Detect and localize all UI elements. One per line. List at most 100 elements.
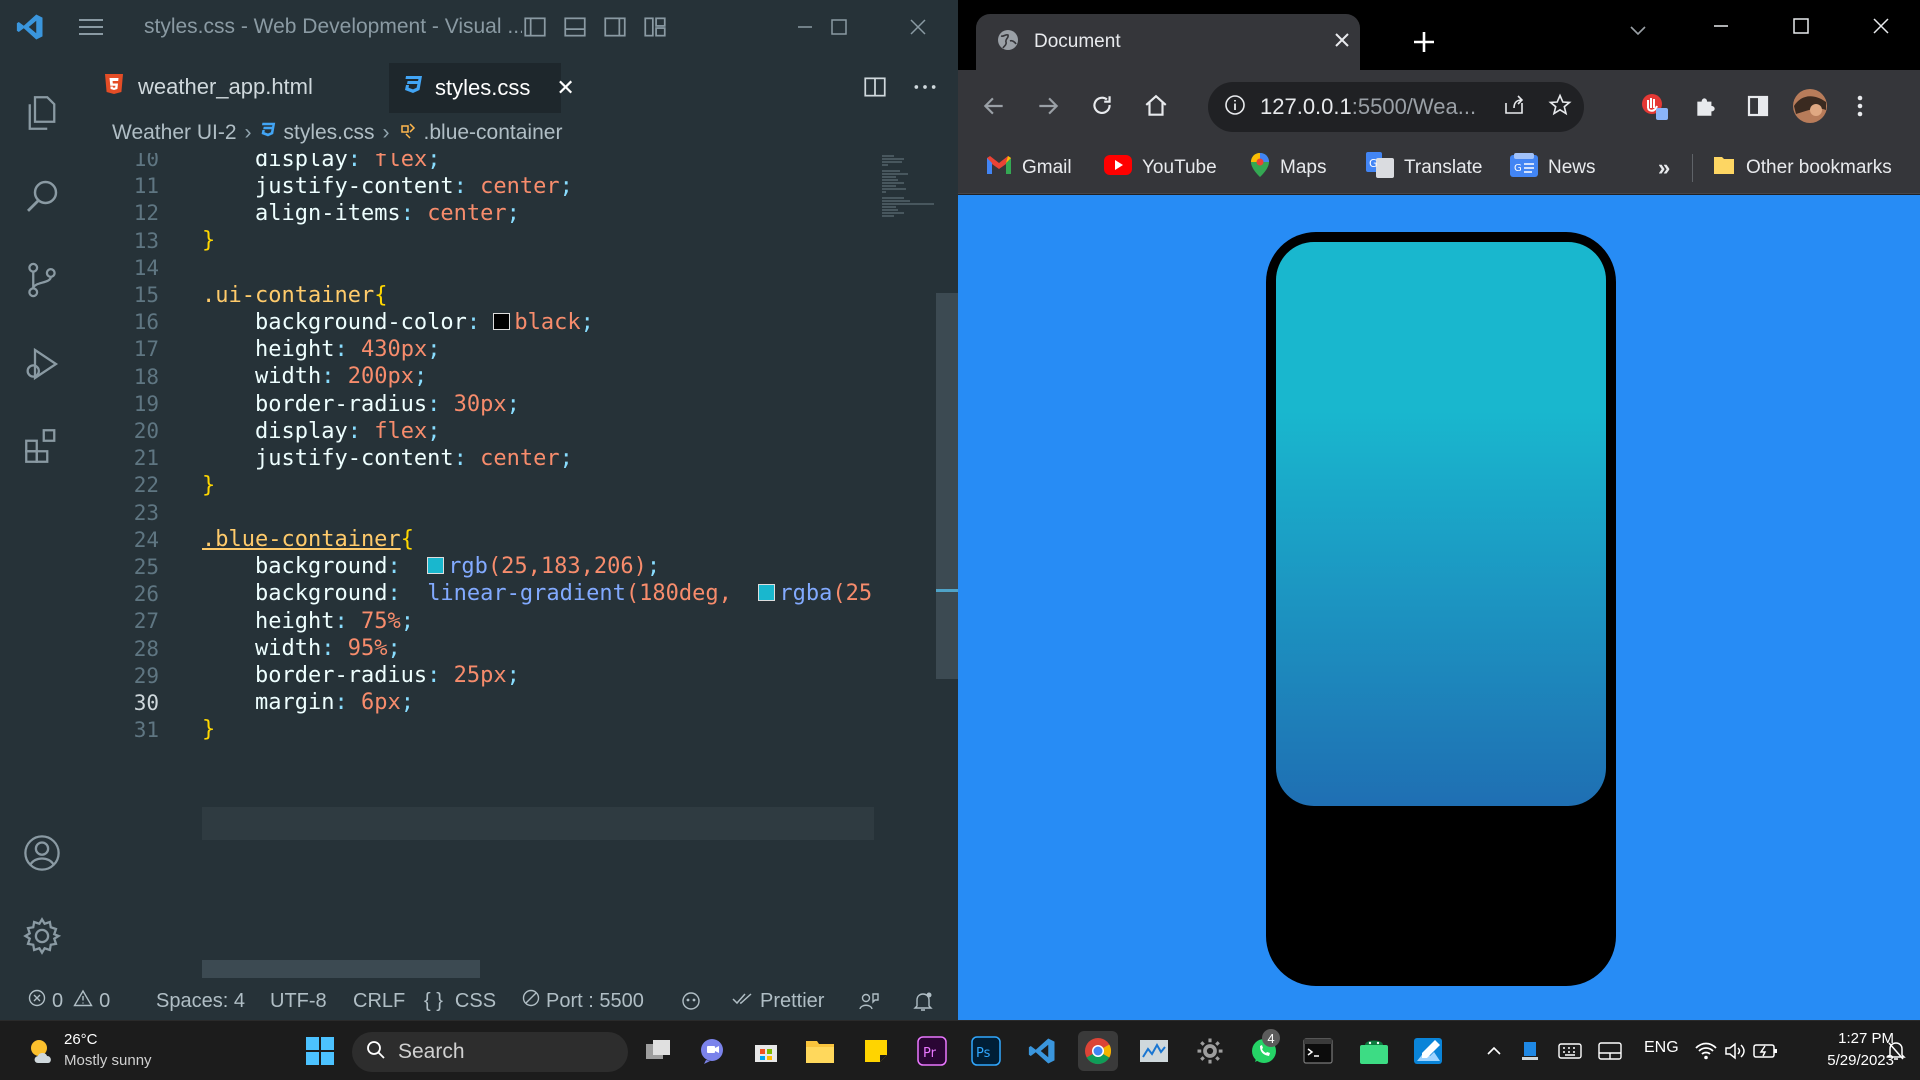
close-window-icon[interactable] bbox=[885, 0, 951, 53]
more-bookmarks-button[interactable]: » bbox=[1658, 142, 1670, 194]
microsoft-store-icon[interactable] bbox=[746, 1031, 786, 1071]
share-icon[interactable] bbox=[1502, 93, 1526, 122]
touchpad-icon[interactable] bbox=[1590, 1031, 1630, 1071]
breadcrumb-folder[interactable]: Weather UI-2 bbox=[112, 121, 237, 145]
problems-indicator[interactable]: 0 0 bbox=[28, 982, 110, 1020]
search-icon[interactable] bbox=[0, 161, 84, 231]
back-arrow-icon[interactable] bbox=[974, 86, 1014, 126]
chrome-menu-icon[interactable] bbox=[1840, 86, 1880, 126]
close-tab-icon[interactable] bbox=[1334, 32, 1350, 53]
line-number: 13 bbox=[133, 228, 159, 253]
close-tab-icon[interactable]: ✕ bbox=[556, 75, 574, 101]
more-actions-icon[interactable] bbox=[912, 74, 938, 100]
breadcrumb-file[interactable]: styles.css bbox=[284, 121, 375, 145]
live-server-port[interactable]: Port : 5500 bbox=[522, 982, 644, 1020]
terminal-icon[interactable] bbox=[1298, 1031, 1338, 1071]
bookmark-gmail[interactable]: Gmail bbox=[986, 142, 1072, 194]
split-editor-icon[interactable] bbox=[862, 74, 888, 100]
bookmark-maps[interactable]: Maps bbox=[1250, 142, 1326, 194]
bookmark-star-icon[interactable] bbox=[1548, 92, 1572, 122]
indentation-status[interactable]: Spaces: 4 bbox=[156, 982, 245, 1020]
android-studio-icon[interactable] bbox=[1354, 1031, 1394, 1071]
toggle-panel-icon[interactable] bbox=[562, 14, 588, 40]
other-bookmarks[interactable]: Other bookmarks bbox=[1712, 142, 1892, 194]
bookmark-translate[interactable]: G Translate bbox=[1366, 142, 1483, 194]
taskbar-search-box[interactable]: Search bbox=[352, 1032, 628, 1072]
sticky-notes-icon[interactable] bbox=[856, 1031, 896, 1071]
feedback-icon[interactable] bbox=[858, 982, 880, 1020]
line-number: 25 bbox=[133, 555, 159, 579]
toggle-primary-sidebar-icon[interactable] bbox=[522, 14, 548, 40]
language-mode[interactable]: { } CSS bbox=[424, 982, 496, 1020]
vscode-taskbar-icon[interactable] bbox=[1022, 1031, 1062, 1071]
minimize-icon[interactable] bbox=[1696, 6, 1746, 46]
tab-label: styles.css bbox=[435, 75, 531, 100]
tab-search-chevron-icon[interactable] bbox=[1618, 10, 1658, 50]
forward-arrow-icon[interactable] bbox=[1028, 86, 1068, 126]
close-window-icon[interactable] bbox=[1856, 6, 1906, 46]
weather-sun-cloud-icon[interactable] bbox=[22, 1031, 62, 1071]
copilot-icon[interactable] bbox=[680, 982, 702, 1020]
notifications-bell-icon[interactable] bbox=[912, 982, 934, 1020]
teams-chat-icon[interactable] bbox=[692, 1031, 732, 1071]
keyboard-icon[interactable] bbox=[1550, 1031, 1590, 1071]
battery-charging-icon[interactable] bbox=[1746, 1031, 1786, 1071]
maximize-icon[interactable] bbox=[1776, 6, 1826, 46]
reload-icon[interactable] bbox=[1082, 86, 1122, 126]
browser-tab-document[interactable]: Document bbox=[976, 14, 1360, 70]
vscode-logo-icon bbox=[0, 0, 60, 53]
address-bar[interactable]: 127.0.0.1:5500/Wea... bbox=[1208, 82, 1584, 132]
extension-adblock-icon[interactable] bbox=[1634, 86, 1674, 126]
hamburger-menu-icon[interactable] bbox=[60, 0, 122, 53]
color-swatch-black[interactable] bbox=[493, 313, 511, 330]
windows-start-icon[interactable] bbox=[300, 1031, 340, 1071]
horizontal-scrollbar[interactable] bbox=[202, 960, 480, 978]
minimap[interactable] bbox=[874, 153, 936, 978]
chrome-taskbar-icon[interactable] bbox=[1078, 1031, 1118, 1071]
show-hidden-icons-chevron[interactable] bbox=[1474, 1031, 1514, 1071]
premiere-pro-icon[interactable]: Pr bbox=[912, 1031, 952, 1071]
code-line-13: } bbox=[202, 228, 216, 253]
color-swatch-teal[interactable] bbox=[427, 557, 445, 574]
extensions-icon[interactable] bbox=[0, 411, 84, 481]
tab-weather-app-html[interactable]: weather_app.html bbox=[84, 61, 366, 113]
new-tab-icon[interactable] bbox=[1404, 22, 1444, 62]
code-editor[interactable]: 10 11 12 13 14 15 16 17 18 19 20 21 22 23 24 25 26 27 28 29… bbox=[84, 153, 874, 978]
prettier-status[interactable]: Prettier bbox=[732, 982, 824, 1020]
encoding-status[interactable]: UTF-8 bbox=[270, 982, 327, 1020]
profile-avatar[interactable] bbox=[1790, 86, 1830, 126]
line-number: 15 bbox=[133, 283, 159, 307]
image-editor-icon[interactable] bbox=[1408, 1031, 1448, 1071]
breadcrumb-symbol[interactable]: .blue-container bbox=[424, 121, 563, 145]
photoshop-icon[interactable]: Ps bbox=[966, 1031, 1006, 1071]
maximize-icon[interactable] bbox=[806, 0, 872, 53]
customize-layout-icon[interactable] bbox=[642, 14, 668, 40]
toggle-secondary-sidebar-icon[interactable] bbox=[602, 14, 628, 40]
vertical-scrollbar[interactable] bbox=[936, 153, 958, 978]
task-view-icon[interactable] bbox=[638, 1031, 678, 1071]
eol-status[interactable]: CRLF bbox=[353, 982, 405, 1020]
run-debug-icon[interactable] bbox=[0, 329, 84, 399]
color-swatch-teal[interactable] bbox=[758, 584, 776, 601]
bookmark-youtube[interactable]: YouTube bbox=[1104, 142, 1217, 194]
notification-bell-icon[interactable] bbox=[1876, 1031, 1916, 1071]
site-info-icon[interactable] bbox=[1224, 94, 1246, 121]
explorer-icon[interactable] bbox=[0, 78, 84, 148]
url-text[interactable]: 127.0.0.1:5500/Wea... bbox=[1260, 94, 1492, 120]
file-explorer-icon[interactable] bbox=[800, 1031, 840, 1071]
bookmark-news[interactable]: G News bbox=[1510, 142, 1596, 194]
extensions-puzzle-icon[interactable] bbox=[1686, 86, 1726, 126]
weather-desc: Mostly sunny bbox=[64, 1052, 152, 1069]
input-language[interactable]: ENG bbox=[1644, 1039, 1679, 1057]
line-number: 20 bbox=[133, 419, 159, 443]
settings-gear-icon[interactable] bbox=[0, 901, 84, 971]
settings-icon[interactable] bbox=[1190, 1031, 1230, 1071]
home-icon[interactable] bbox=[1136, 86, 1176, 126]
charts-app-icon[interactable] bbox=[1134, 1031, 1174, 1071]
device-tray-icon[interactable] bbox=[1510, 1031, 1550, 1071]
accounts-icon[interactable] bbox=[0, 818, 84, 888]
source-control-icon[interactable] bbox=[0, 245, 84, 315]
tab-styles-css[interactable]: styles.css ✕ bbox=[389, 61, 575, 113]
svg-text:G: G bbox=[1514, 163, 1522, 174]
side-panel-icon[interactable] bbox=[1738, 86, 1778, 126]
